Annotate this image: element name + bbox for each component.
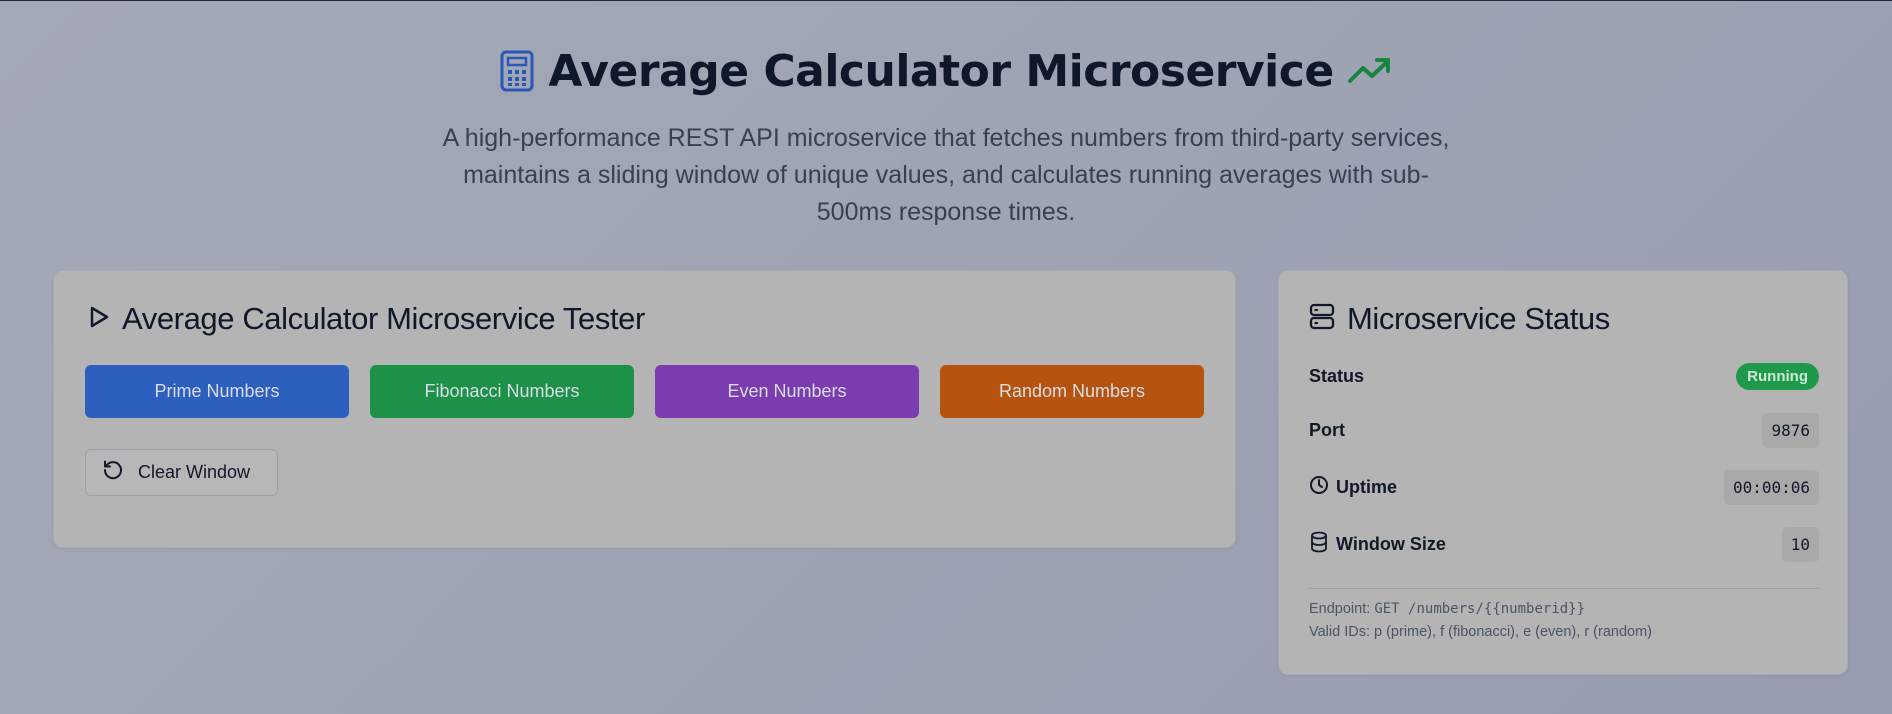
clear-window-button[interactable]: Clear Window bbox=[85, 449, 278, 496]
page-title: Average Calculator Microservice bbox=[548, 45, 1334, 97]
tester-card: Average Calculator Microservice Tester P… bbox=[53, 270, 1236, 548]
calculator-icon bbox=[500, 50, 534, 92]
random-numbers-button[interactable]: Random Numbers bbox=[940, 365, 1204, 418]
endpoint-value: GET /numbers/{{numberid}} bbox=[1374, 601, 1586, 617]
status-card-header: Microservice Status bbox=[1309, 299, 1610, 339]
port-row: Port 9876 bbox=[1309, 413, 1819, 448]
window-top-border bbox=[0, 0, 1892, 1]
status-row: Status Running bbox=[1309, 363, 1819, 390]
uptime-value: 00:00:06 bbox=[1723, 470, 1819, 505]
status-divider bbox=[1309, 588, 1819, 589]
status-card: Microservice Status Status Running Port … bbox=[1278, 270, 1848, 675]
status-label: Status bbox=[1309, 366, 1365, 386]
uptime-label-group: Uptime bbox=[1309, 475, 1397, 500]
prime-numbers-button[interactable]: Prime Numbers bbox=[85, 365, 349, 418]
clock-icon bbox=[1309, 475, 1329, 500]
endpoint-info: Endpoint: GET /numbers/{{numberid}} bbox=[1309, 601, 1585, 617]
page-header: Average Calculator Microservice A high-p… bbox=[0, 38, 1892, 231]
fibonacci-numbers-button[interactable]: Fibonacci Numbers bbox=[370, 365, 634, 418]
window-size-value: 10 bbox=[1781, 527, 1819, 562]
clear-window-label: Clear Window bbox=[138, 462, 251, 482]
window-size-label-group: Window Size bbox=[1309, 531, 1446, 558]
play-icon bbox=[88, 305, 110, 334]
page-subtitle: A high-performance REST API microservice… bbox=[442, 124, 1450, 226]
window-size-label: Window Size bbox=[1336, 534, 1446, 554]
rotate-ccw-icon bbox=[102, 459, 124, 486]
tester-card-title: Average Calculator Microservice Tester bbox=[122, 301, 645, 336]
port-value: 9876 bbox=[1762, 413, 1819, 448]
status-card-title: Microservice Status bbox=[1347, 301, 1610, 336]
endpoint-label: Endpoint: bbox=[1309, 601, 1371, 617]
port-label: Port bbox=[1309, 420, 1345, 440]
valid-ids-info: Valid IDs: p (prime), f (fibonacci), e (… bbox=[1309, 624, 1652, 640]
database-icon bbox=[1309, 531, 1329, 558]
server-icon bbox=[1309, 303, 1335, 336]
trending-up-icon bbox=[1347, 55, 1392, 87]
title-row: Average Calculator Microservice bbox=[0, 38, 1892, 104]
window-size-row: Window Size 10 bbox=[1309, 527, 1819, 562]
uptime-row: Uptime 00:00:06 bbox=[1309, 470, 1819, 505]
number-type-buttons: Prime Numbers Fibonacci Numbers Even Num… bbox=[85, 365, 1204, 418]
uptime-label: Uptime bbox=[1336, 477, 1398, 497]
even-numbers-button[interactable]: Even Numbers bbox=[655, 365, 919, 418]
status-badge: Running bbox=[1736, 363, 1819, 390]
tester-card-header: Average Calculator Microservice Tester bbox=[88, 299, 645, 339]
